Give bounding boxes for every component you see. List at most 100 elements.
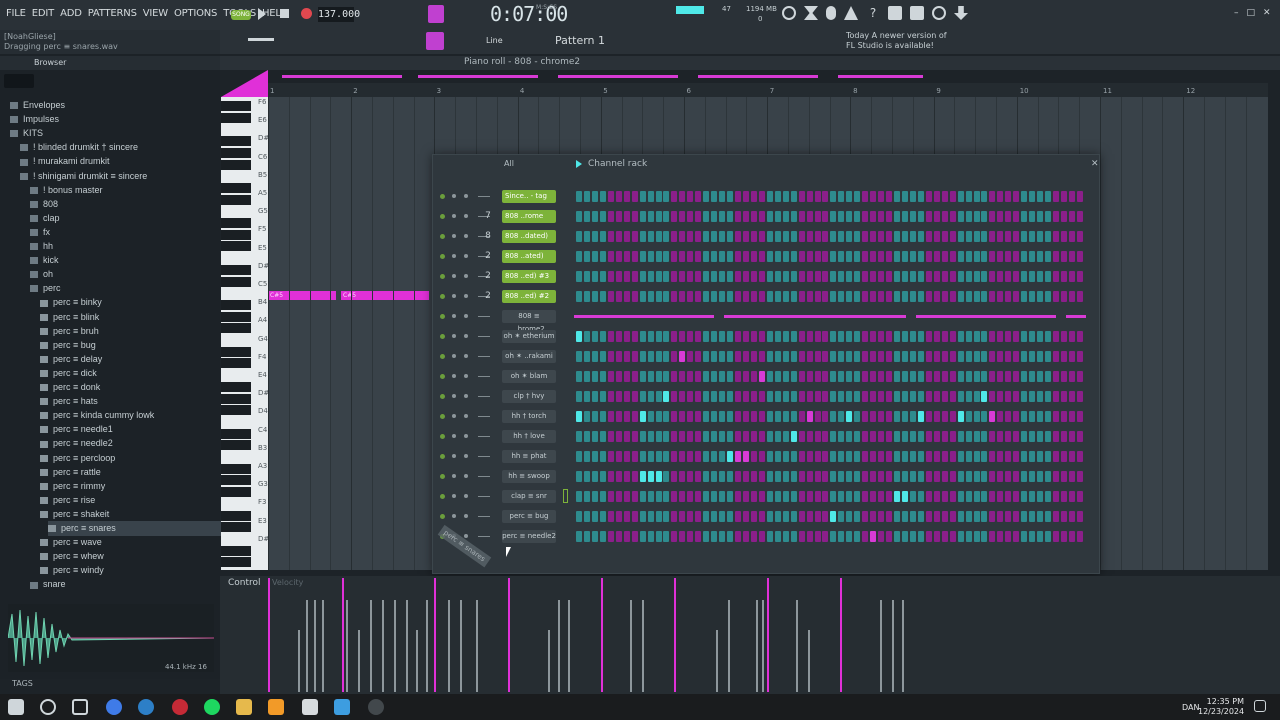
step-button[interactable] [703, 451, 710, 462]
step-button[interactable] [806, 351, 813, 362]
step-button[interactable] [1037, 351, 1044, 362]
velocity-bar[interactable] [762, 600, 764, 692]
step-button[interactable] [790, 251, 797, 262]
step-button[interactable] [774, 251, 781, 262]
browser-file[interactable]: perc ≡ blink [40, 310, 99, 325]
step-button[interactable] [806, 211, 813, 222]
step-button[interactable] [965, 231, 972, 242]
step-button[interactable] [639, 291, 646, 302]
step-button[interactable] [790, 231, 797, 242]
link-icon[interactable] [426, 32, 444, 50]
step-button[interactable] [838, 251, 845, 262]
step-button[interactable] [583, 191, 590, 202]
channel-knob[interactable] [452, 394, 456, 398]
step-button[interactable] [782, 451, 789, 462]
menu-file[interactable]: FILE [6, 8, 26, 19]
step-button[interactable] [973, 371, 980, 382]
step-button[interactable] [822, 451, 829, 462]
step-button[interactable] [798, 291, 805, 302]
step-button[interactable] [735, 511, 741, 522]
step-button[interactable] [607, 491, 614, 502]
tempo-display[interactable]: 137.000 [318, 7, 360, 22]
browser-folder[interactable]: ! blinded drumkit † sincere [20, 140, 138, 155]
step-button[interactable] [830, 331, 837, 342]
step-button[interactable] [735, 391, 741, 402]
step-button[interactable] [1060, 291, 1067, 302]
black-key[interactable] [221, 346, 251, 357]
step-button[interactable] [703, 351, 710, 362]
step-button[interactable] [623, 511, 630, 522]
step-button[interactable] [703, 531, 710, 542]
step-button[interactable] [703, 271, 710, 282]
channel-mute-led[interactable] [440, 374, 445, 379]
step-button[interactable] [1013, 251, 1020, 262]
channel-mute-led[interactable] [440, 434, 445, 439]
step-button[interactable] [894, 391, 900, 402]
step-button[interactable] [631, 391, 638, 402]
step-button[interactable] [1005, 411, 1012, 422]
step-button[interactable] [742, 431, 749, 442]
app-icon[interactable] [368, 699, 384, 715]
channel-knob[interactable] [452, 254, 456, 258]
step-button[interactable] [647, 491, 654, 502]
step-button[interactable] [727, 291, 734, 302]
step-button[interactable] [758, 471, 765, 482]
step-button[interactable] [973, 351, 980, 362]
step-button[interactable] [782, 371, 789, 382]
step-button[interactable] [631, 331, 638, 342]
step-button[interactable] [862, 531, 869, 542]
step-button[interactable] [925, 351, 932, 362]
menu-options[interactable]: OPTIONS [174, 8, 217, 19]
step-button[interactable] [774, 411, 781, 422]
step-button[interactable] [989, 451, 996, 462]
step-button[interactable] [1045, 191, 1052, 202]
velocity-bar[interactable] [642, 600, 644, 692]
step-button[interactable] [607, 251, 614, 262]
browser-file[interactable]: perc ≡ wave [40, 535, 102, 550]
download-icon[interactable] [954, 6, 968, 20]
velocity-bar[interactable] [728, 600, 730, 692]
step-button[interactable] [742, 491, 749, 502]
step-button[interactable] [798, 471, 805, 482]
channel-name-button[interactable]: oh ✶ blam [502, 370, 556, 383]
step-button[interactable] [909, 191, 916, 202]
step-button[interactable] [735, 211, 741, 222]
step-button[interactable] [1060, 471, 1067, 482]
step-button[interactable] [687, 491, 694, 502]
step-button[interactable] [870, 471, 877, 482]
step-button[interactable] [965, 331, 972, 342]
velocity-bar[interactable] [880, 600, 882, 692]
step-button[interactable] [917, 511, 924, 522]
step-button[interactable] [790, 451, 797, 462]
step-button[interactable] [830, 531, 837, 542]
step-button[interactable] [957, 251, 964, 262]
step-button[interactable] [917, 191, 924, 202]
metronome-toggle-icon[interactable] [428, 5, 444, 23]
step-button[interactable] [782, 191, 789, 202]
channel-graph-editor[interactable] [478, 536, 490, 537]
step-button[interactable] [615, 251, 622, 262]
step-button[interactable] [941, 371, 948, 382]
step-button[interactable] [957, 211, 964, 222]
step-button[interactable] [949, 191, 956, 202]
step-button[interactable] [854, 211, 861, 222]
step-button[interactable] [1005, 391, 1012, 402]
channel-knob[interactable] [464, 394, 468, 398]
step-button[interactable] [583, 391, 590, 402]
step-button[interactable] [655, 491, 662, 502]
step-button[interactable] [909, 511, 916, 522]
step-button[interactable] [830, 471, 837, 482]
step-button[interactable] [949, 331, 956, 342]
step-button[interactable] [758, 451, 765, 462]
step-button[interactable] [965, 391, 972, 402]
step-button[interactable] [727, 511, 734, 522]
step-button[interactable] [591, 511, 598, 522]
step-button[interactable] [1021, 291, 1028, 302]
step-button[interactable] [933, 511, 940, 522]
step-button[interactable] [631, 271, 638, 282]
step-button[interactable] [822, 271, 829, 282]
step-button[interactable] [766, 451, 773, 462]
step-button[interactable] [1076, 511, 1083, 522]
step-button[interactable] [846, 491, 853, 502]
step-button[interactable] [933, 191, 940, 202]
